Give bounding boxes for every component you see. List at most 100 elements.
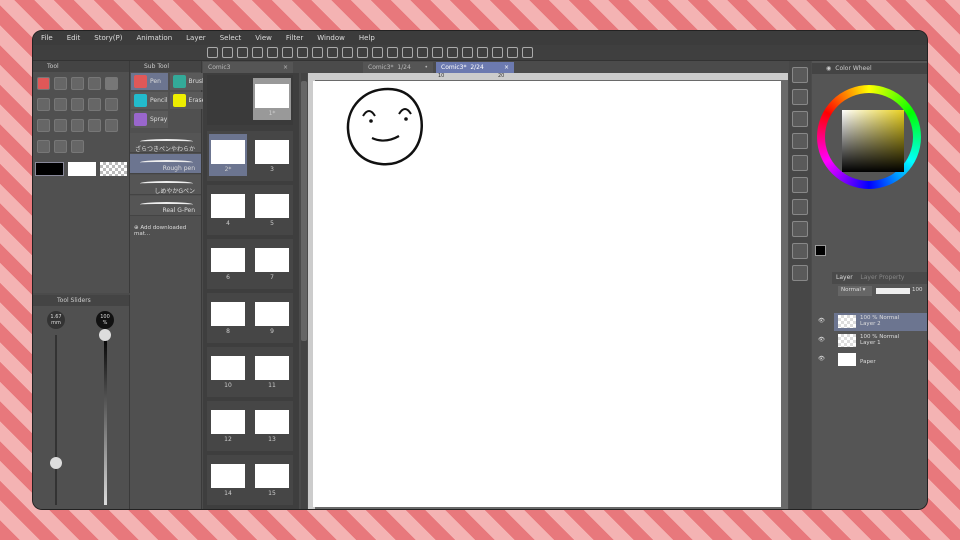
command-icon[interactable] xyxy=(372,47,384,58)
command-icon[interactable] xyxy=(282,47,294,58)
main-color-indicator[interactable] xyxy=(815,245,826,256)
command-icon[interactable] xyxy=(492,47,504,58)
subtool-group-pen[interactable]: Pen xyxy=(131,73,168,90)
main-color-swatch[interactable] xyxy=(35,162,65,176)
canvas-page[interactable] xyxy=(313,81,781,507)
tool-icon[interactable] xyxy=(71,98,84,111)
tool-icon[interactable] xyxy=(54,140,67,153)
tool-icon[interactable] xyxy=(54,98,67,111)
quick-access-icon[interactable] xyxy=(792,243,808,259)
brush-item[interactable]: しめやかGペン xyxy=(130,175,201,195)
subtool-group-spray[interactable]: Spray xyxy=(131,111,168,128)
tool-icon[interactable] xyxy=(71,77,84,90)
quick-access-icon[interactable] xyxy=(792,199,808,215)
command-icon[interactable] xyxy=(252,47,264,58)
opacity-slider-track[interactable] xyxy=(104,335,107,505)
saturation-value-square[interactable] xyxy=(842,110,904,172)
menu-select[interactable]: Select xyxy=(220,34,242,42)
command-icon[interactable] xyxy=(237,47,249,58)
quick-access-icon[interactable] xyxy=(792,221,808,237)
tool-icon[interactable] xyxy=(71,140,84,153)
command-icon[interactable] xyxy=(417,47,429,58)
tool-icon[interactable] xyxy=(88,77,101,90)
page-thumbnail[interactable]: 2* xyxy=(209,134,247,176)
size-slider-track[interactable] xyxy=(55,335,57,505)
command-icon[interactable] xyxy=(522,47,534,58)
page-thumbnail[interactable]: 5 xyxy=(253,188,291,230)
document-tab[interactable]: Comic3* 1/24 • xyxy=(363,62,433,73)
menu-storyp[interactable]: Story(P) xyxy=(94,34,122,42)
brush-item[interactable]: Rough pen xyxy=(130,154,201,174)
eye-icon[interactable]: 👁 xyxy=(818,318,825,324)
page-thumbnail[interactable]: 9 xyxy=(253,296,291,338)
menu-layer[interactable]: Layer xyxy=(186,34,206,42)
menu-view[interactable]: View xyxy=(255,34,272,42)
tool-icon[interactable] xyxy=(37,140,50,153)
command-icon[interactable] xyxy=(297,47,309,58)
quick-access-icon[interactable] xyxy=(792,133,808,149)
opacity-slider-handle[interactable] xyxy=(99,329,111,341)
tool-icon[interactable] xyxy=(71,119,84,132)
layer-row[interactable]: 👁 100 % Normal Layer 1 xyxy=(818,332,927,350)
page-thumbnail[interactable]: 12 xyxy=(209,404,247,446)
document-tab[interactable]: Comic3* 2/24 × xyxy=(436,62,514,73)
document-tab[interactable]: Comic3 × xyxy=(203,62,293,73)
command-icon[interactable] xyxy=(222,47,234,58)
page-scrollbar[interactable] xyxy=(301,73,307,509)
command-icon[interactable] xyxy=(402,47,414,58)
tool-icon[interactable] xyxy=(105,77,118,90)
command-icon[interactable] xyxy=(477,47,489,58)
command-icon[interactable] xyxy=(342,47,354,58)
menu-help[interactable]: Help xyxy=(359,34,375,42)
tab-close-icon[interactable]: • xyxy=(424,64,428,71)
page-thumbnail[interactable]: 14 xyxy=(209,458,247,500)
subtool-group-pencil[interactable]: Pencil xyxy=(131,92,168,109)
quick-access-icon[interactable] xyxy=(792,155,808,171)
page-thumbnail[interactable]: 13 xyxy=(253,404,291,446)
quick-access-icon[interactable] xyxy=(792,111,808,127)
tab-layer[interactable]: Layer xyxy=(836,274,853,281)
menu-filter[interactable]: Filter xyxy=(286,34,303,42)
page-thumbnail[interactable]: 10 xyxy=(209,350,247,392)
menu-animation[interactable]: Animation xyxy=(136,34,172,42)
command-icon[interactable] xyxy=(207,47,219,58)
quick-access-icon[interactable] xyxy=(792,89,808,105)
quick-access-icon[interactable] xyxy=(792,265,808,281)
tab-close-icon[interactable]: × xyxy=(504,64,509,71)
tool-icon[interactable] xyxy=(105,98,118,111)
tool-icon[interactable] xyxy=(54,119,67,132)
layer-opacity-slider[interactable] xyxy=(876,288,910,294)
eye-icon[interactable]: 👁 xyxy=(818,337,825,343)
size-slider-handle[interactable] xyxy=(50,456,62,469)
command-icon[interactable] xyxy=(447,47,459,58)
tab-layer-property[interactable]: Layer Property xyxy=(860,274,904,281)
tool-icon[interactable] xyxy=(37,98,50,111)
page-thumbnail[interactable]: 6 xyxy=(209,242,247,284)
layer-row[interactable]: 👁 Paper xyxy=(818,351,927,369)
command-icon[interactable] xyxy=(507,47,519,58)
command-icon[interactable] xyxy=(432,47,444,58)
transparent-color-swatch[interactable] xyxy=(99,162,127,176)
quick-access-icon[interactable] xyxy=(792,177,808,193)
menu-window[interactable]: Window xyxy=(317,34,345,42)
sub-color-swatch[interactable] xyxy=(68,162,96,176)
brush-item[interactable]: ざらつきペンやわらか xyxy=(130,133,201,153)
brush-item[interactable]: Real G-Pen xyxy=(130,196,201,216)
tool-icon[interactable] xyxy=(54,77,67,90)
blend-mode-select[interactable]: Normal ▾ xyxy=(838,286,872,296)
hue-ring[interactable] xyxy=(817,85,921,189)
command-icon[interactable] xyxy=(312,47,324,58)
page-thumbnail[interactable]: 7 xyxy=(253,242,291,284)
page-thumbnail[interactable]: 11 xyxy=(253,350,291,392)
page-thumbnail[interactable]: 15 xyxy=(253,458,291,500)
command-icon[interactable] xyxy=(462,47,474,58)
page-thumbnail[interactable]: 1* xyxy=(253,78,291,120)
tab-close-icon[interactable]: × xyxy=(283,64,288,71)
quick-access-icon[interactable] xyxy=(792,67,808,83)
menu-file[interactable]: File xyxy=(41,34,53,42)
command-icon[interactable] xyxy=(267,47,279,58)
canvas-area[interactable]: 10 20 xyxy=(308,73,788,509)
tool-icon[interactable] xyxy=(88,119,101,132)
page-thumbnail[interactable]: 3 xyxy=(253,134,291,176)
page-thumbnail[interactable]: 4 xyxy=(209,188,247,230)
